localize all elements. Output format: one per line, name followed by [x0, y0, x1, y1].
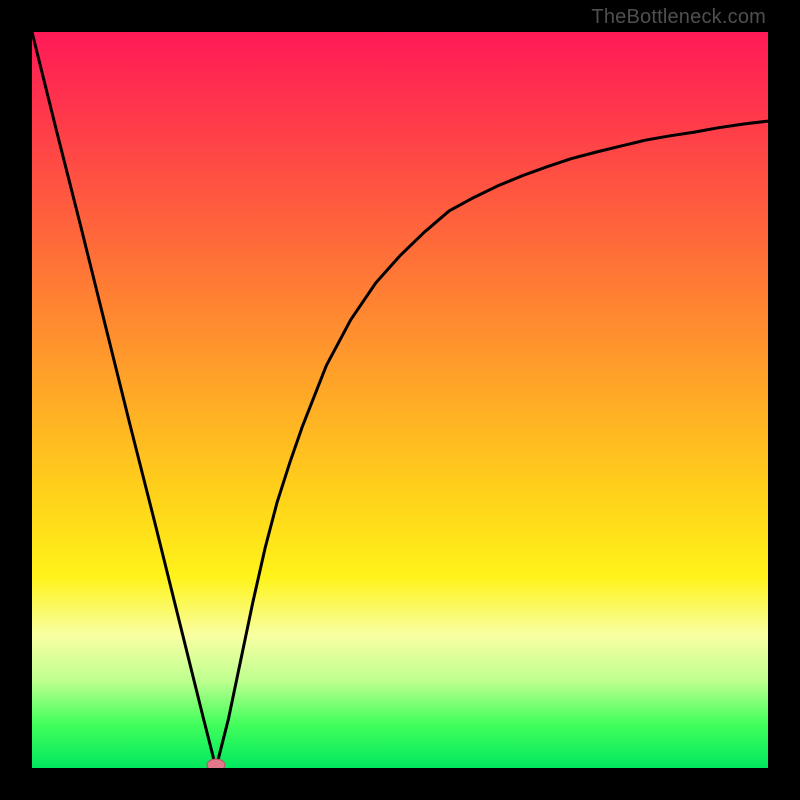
- chart-frame: TheBottleneck.com: [0, 0, 800, 800]
- curve-path: [32, 32, 768, 768]
- attribution-label: TheBottleneck.com: [591, 6, 766, 29]
- curve-layer: [32, 32, 768, 768]
- minimum-marker: [207, 759, 225, 768]
- plot-area: [32, 32, 768, 768]
